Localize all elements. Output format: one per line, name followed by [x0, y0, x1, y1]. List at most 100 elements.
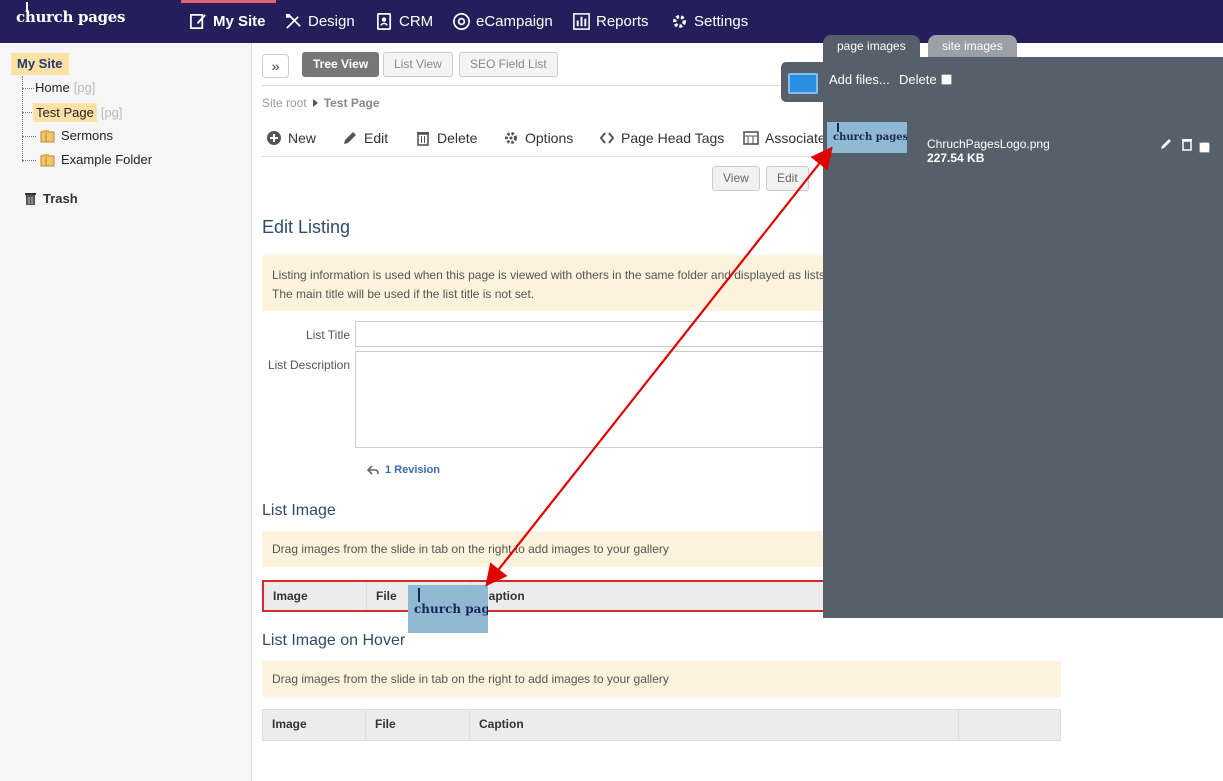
folder-icon: [40, 129, 55, 142]
edit-page-icon: [190, 13, 206, 30]
file-name: ChruchPagesLogo.png: [927, 137, 1050, 151]
tree-item-home[interactable]: Home [pg]: [35, 80, 95, 95]
top-navigation-bar: church pages My Site Design CRM eCampaig…: [0, 0, 1223, 43]
tree-item-label: Home: [35, 80, 70, 95]
thumbnail-tagline: [414, 619, 415, 623]
undo-arrow-icon: [367, 465, 379, 475]
seo-field-list-button[interactable]: SEO Field List: [459, 52, 558, 77]
list-image-hover-note: Drag images from the slide in tab on the…: [262, 661, 1061, 697]
list-image-hover-heading: List Image on Hover: [262, 632, 406, 649]
table-icon: [743, 131, 759, 145]
tree-item-sermons[interactable]: Sermons: [40, 128, 113, 143]
page-head-tags-button[interactable]: Page Head Tags: [599, 130, 724, 146]
action-label: Page Head Tags: [621, 130, 725, 146]
revision-link[interactable]: 1 Revision: [367, 464, 440, 476]
new-button[interactable]: New: [266, 130, 316, 146]
tree-item-label: Sermons: [61, 128, 114, 143]
edit-button[interactable]: Edit: [342, 130, 388, 146]
page-tag: [pg]: [73, 80, 96, 95]
expand-sidebar-button[interactable]: »: [262, 54, 289, 78]
gear-icon: [505, 132, 517, 144]
folder-icon: [40, 153, 55, 166]
church-pages-logo[interactable]: church pages: [16, 2, 126, 26]
nav-my-site[interactable]: My Site: [181, 0, 275, 43]
logo-spire-icon: [837, 123, 839, 132]
list-view-button[interactable]: List View: [383, 52, 453, 77]
tree-connector: [22, 136, 36, 137]
tab-page-images[interactable]: page images: [823, 35, 920, 58]
revision-label: 1 Revision: [385, 464, 441, 476]
action-label: Options: [525, 130, 574, 146]
slide-in-panel-toggle[interactable]: [781, 62, 825, 102]
code-brackets-icon: [599, 132, 615, 144]
nav-label: My Site: [213, 13, 266, 30]
delete-label: Delete: [899, 72, 937, 87]
nav-settings[interactable]: Settings: [670, 0, 748, 43]
associate-button[interactable]: Associate: [743, 130, 826, 146]
action-label: New: [288, 130, 317, 146]
list-image-heading: List Image: [262, 502, 336, 519]
pencil-icon: [344, 132, 356, 144]
breadcrumb-current: Test Page: [323, 96, 380, 110]
nav-label: Settings: [694, 13, 749, 30]
action-label: Associate: [765, 130, 826, 146]
contacts-icon: [376, 13, 392, 30]
list-title-input[interactable]: [355, 321, 825, 347]
breadcrumb-site-root[interactable]: Site root: [262, 96, 307, 110]
column-header-file: File: [366, 710, 470, 740]
pencil-ruler-icon: [285, 13, 301, 29]
delete-file-trash-icon[interactable]: [1180, 137, 1194, 151]
thumbnail-logo-text: church pages: [833, 132, 907, 143]
divider: [262, 156, 823, 157]
image-gallery-icon: [788, 73, 818, 94]
tab-site-images[interactable]: site images: [928, 35, 1017, 58]
divider: [262, 85, 823, 86]
nav-label: Reports: [596, 13, 649, 30]
tree-view-button[interactable]: Tree View: [302, 52, 380, 77]
options-button[interactable]: Options: [503, 130, 573, 146]
column-header-image: Image: [263, 710, 366, 740]
tree-item-label: Example Folder: [61, 152, 153, 167]
gear-icon: [673, 15, 686, 28]
tree-item-test-page[interactable]: Test Page [pg]: [33, 103, 123, 122]
edit-file-pencil-icon[interactable]: [1159, 137, 1173, 151]
page-tag: [pg]: [100, 105, 123, 120]
file-thumbnail[interactable]: church pages: [827, 122, 907, 153]
nav-label: CRM: [399, 13, 434, 30]
nav-crm[interactable]: CRM: [375, 0, 433, 43]
tree-connector: [22, 88, 34, 89]
plus-circle-icon: [267, 131, 281, 145]
tree-item-example-folder[interactable]: Example Folder: [40, 152, 152, 167]
add-files-button[interactable]: Add files...: [829, 72, 890, 87]
tree-item-label: Test Page: [33, 103, 97, 122]
thumbnail-logo-text: church pages: [414, 602, 488, 616]
at-sign-icon: [453, 13, 470, 30]
logo-text: church pages: [16, 8, 126, 26]
view-mode-button[interactable]: View: [712, 166, 760, 191]
list-description-label: List Description: [267, 358, 350, 372]
nav-design[interactable]: Design: [284, 0, 355, 43]
nav-ecampaign[interactable]: eCampaign: [452, 0, 553, 43]
edit-mode-button[interactable]: Edit: [766, 166, 809, 191]
column-header-image: Image: [264, 582, 367, 610]
delete-all-checkbox[interactable]: [940, 74, 952, 85]
dragged-image-thumbnail[interactable]: church pages: [408, 585, 488, 633]
nav-label: eCampaign: [476, 13, 553, 30]
nav-reports[interactable]: Reports: [572, 0, 649, 43]
delete-button[interactable]: Delete: [415, 130, 477, 146]
tree-connector: [22, 160, 36, 161]
trash-label: Trash: [43, 191, 78, 206]
nav-label: Design: [308, 13, 355, 30]
breadcrumb-arrow-icon: [312, 99, 318, 107]
column-header-caption: Caption: [470, 710, 959, 740]
trash-icon: [25, 192, 36, 205]
file-select-checkbox[interactable]: [1199, 142, 1210, 153]
tree-root-my-site[interactable]: My Site: [11, 53, 69, 75]
delete-files-control[interactable]: Delete: [899, 72, 952, 87]
tree-item-trash[interactable]: Trash: [24, 191, 78, 206]
list-title-label: List Title: [305, 328, 350, 342]
bar-chart-icon: [573, 13, 590, 30]
list-image-hover-gallery-table[interactable]: Image File Caption: [262, 709, 1061, 741]
list-description-textarea[interactable]: [355, 351, 825, 448]
site-tree-sidebar: My Site Home [pg] Test Page [pg] Sermons…: [0, 43, 252, 781]
